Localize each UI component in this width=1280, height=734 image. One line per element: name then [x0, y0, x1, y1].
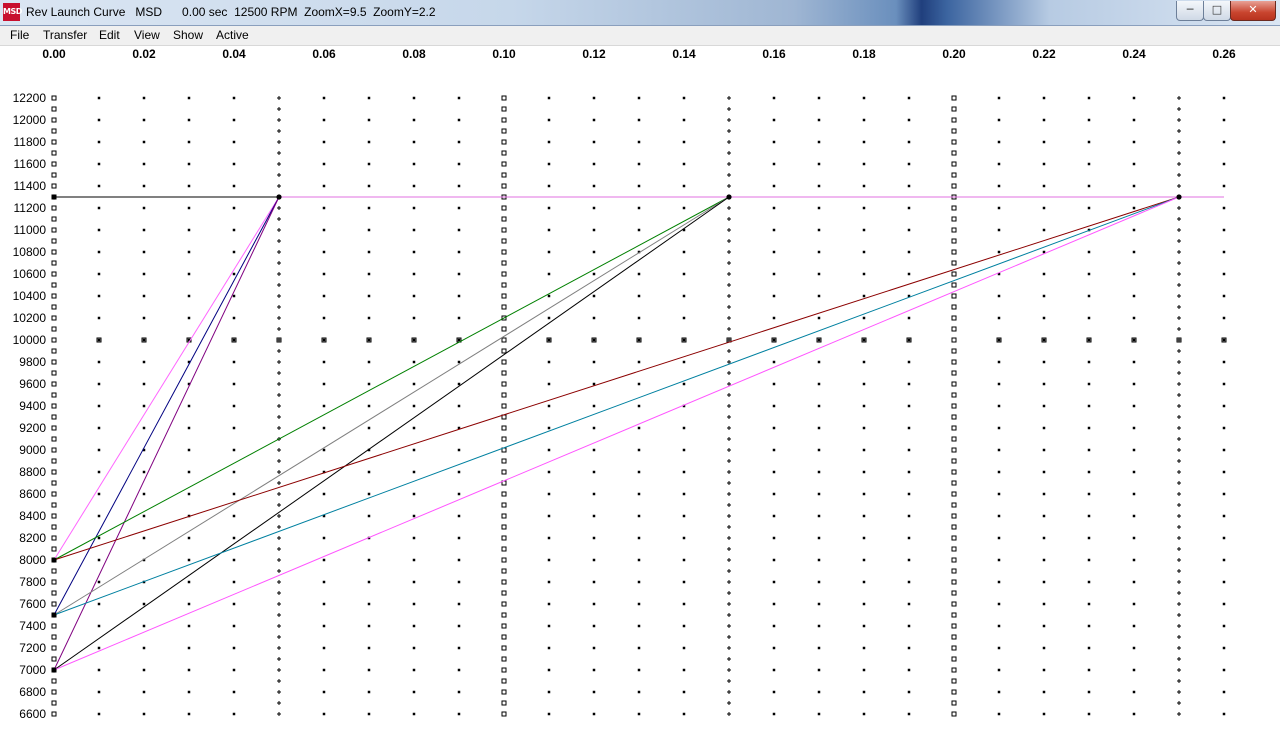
y-tick-label: 11800 [14, 135, 47, 149]
y-tick-label: 9000 [19, 443, 46, 457]
curve-line-5 [53, 196, 730, 561]
curve-line-6 [53, 196, 730, 616]
menu-view[interactable]: View [134, 28, 160, 42]
y-tick-label: 7200 [19, 641, 46, 655]
curve-line-8 [53, 196, 1180, 561]
x-tick-label: 0.18 [852, 47, 876, 61]
x-tick-label: 0.12 [582, 47, 606, 61]
y-tick-label: 10600 [13, 267, 47, 281]
x-tick-label: 0.06 [312, 47, 336, 61]
menu-file[interactable]: File [10, 28, 29, 42]
menu-bar: File Transfer Edit View Show Active [0, 26, 1280, 46]
menu-transfer[interactable]: Transfer [43, 28, 87, 42]
y-tick-label: 11600 [14, 157, 47, 171]
curve-line-2 [53, 196, 280, 561]
title-bar[interactable]: MSD Rev Launch Curve MSD 0.00 sec 12500 … [0, 0, 1280, 26]
x-tick-label: 0.22 [1032, 47, 1056, 61]
curve-line-3 [53, 196, 280, 616]
y-tick-label: 9400 [19, 399, 46, 413]
y-tick-label: 9800 [19, 355, 46, 369]
x-tick-label: 0.26 [1212, 47, 1236, 61]
y-tick-label: 10200 [13, 311, 47, 325]
maximize-button[interactable]: □ [1203, 1, 1231, 21]
y-tick-label: 7600 [19, 597, 46, 611]
y-tick-label: 10000 [13, 333, 47, 347]
x-tick-label: 0.24 [1122, 47, 1146, 61]
breakpoint-marker-6 [51, 667, 57, 673]
curve-line-10 [53, 196, 1180, 671]
breakpoint-marker-1 [276, 194, 282, 200]
x-tick-label: 0.00 [42, 47, 66, 61]
menu-active[interactable]: Active [216, 28, 249, 42]
window-title: Rev Launch Curve MSD 0.00 sec 12500 RPM … [26, 5, 436, 19]
breakpoint-marker-4 [51, 557, 57, 563]
y-tick-label: 8000 [19, 553, 46, 567]
y-tick-label: 10400 [13, 289, 47, 303]
x-tick-label: 0.02 [132, 47, 156, 61]
y-tick-label: 9200 [19, 421, 46, 435]
y-tick-label: 8800 [19, 465, 46, 479]
x-tick-label: 0.08 [402, 47, 426, 61]
y-tick-label: 8400 [19, 509, 46, 523]
x-tick-label: 0.20 [942, 47, 966, 61]
x-tick-label: 0.04 [222, 47, 246, 61]
y-tick-label: 11200 [14, 201, 47, 215]
menu-edit[interactable]: Edit [99, 28, 120, 42]
y-tick-label: 12000 [13, 113, 47, 127]
y-tick-label: 6800 [19, 685, 46, 699]
x-tick-label: 0.10 [492, 47, 516, 61]
breakpoint-marker-3 [1176, 194, 1182, 200]
y-tick-label: 9600 [19, 377, 46, 391]
rev-curve-plot[interactable]: 0.00 0.02 0.04 0.06 0.08 0.10 0.12 0.14 0.16 0.18… [0, 46, 1280, 734]
y-tick-label: 7000 [19, 663, 46, 677]
curve-line-7 [53, 196, 730, 671]
y-tick-label: 8200 [19, 531, 46, 545]
y-tick-label: 11000 [14, 223, 47, 237]
msd-logo-icon: MSD [3, 3, 22, 21]
y-tick-label: 6600 [19, 707, 46, 721]
x-tick-label: 0.16 [762, 47, 786, 61]
y-tick-label: 7400 [19, 619, 46, 633]
y-tick-label: 8600 [19, 487, 46, 501]
y-tick-label: 11400 [14, 179, 47, 193]
breakpoint-marker-5 [51, 612, 57, 618]
y-tick-label: 12200 [13, 91, 47, 105]
close-button[interactable]: ✕ [1230, 1, 1276, 21]
breakpoint-marker-0 [51, 194, 57, 200]
x-tick-label: 0.14 [672, 47, 696, 61]
y-tick-label: 10800 [13, 245, 47, 259]
breakpoint-marker-2 [726, 194, 732, 200]
menu-show[interactable]: Show [173, 28, 203, 42]
curve-line-9 [53, 196, 1180, 616]
y-tick-label: 7800 [19, 575, 46, 589]
minimize-button[interactable]: ─ [1176, 1, 1204, 21]
grid-dots [97, 96, 1226, 716]
curve-line-4 [53, 196, 280, 671]
